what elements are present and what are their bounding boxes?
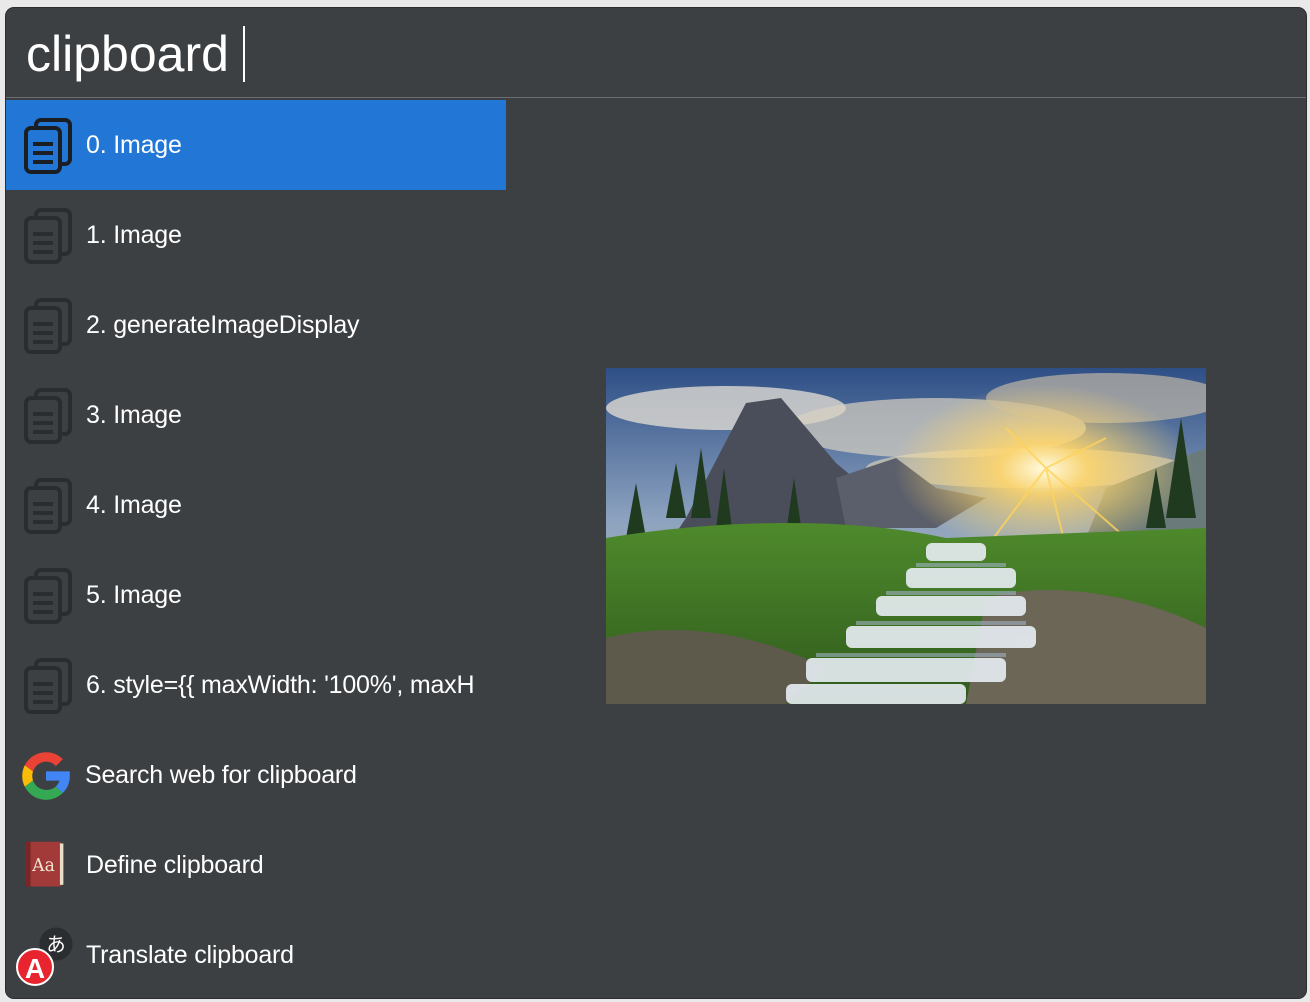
clipboard-doc-icon — [24, 658, 72, 714]
result-label: 0. Image — [86, 131, 182, 159]
result-label: 1. Image — [86, 221, 182, 249]
launcher-window: clipboard ‹ 0. Image — [6, 8, 1306, 998]
search-bar[interactable]: clipboard — [6, 8, 1306, 98]
result-item-search-web[interactable]: Search web for clipboard — [6, 730, 506, 820]
svg-text:Aa: Aa — [31, 856, 55, 876]
app-badge-icon: A — [16, 948, 54, 986]
clipboard-doc-icon — [24, 118, 72, 174]
search-query: clipboard — [26, 26, 229, 82]
result-label: 2. generateImageDisplay — [86, 311, 360, 339]
clipboard-doc-icon — [24, 208, 72, 264]
result-label: 4. Image — [86, 491, 182, 519]
clipboard-doc-icon — [24, 298, 72, 354]
search-input[interactable]: clipboard — [26, 26, 245, 82]
result-item-3[interactable]: 3. Image — [6, 370, 506, 460]
results-list: 0. Image 1. Image 2. generateImageDispla… — [6, 100, 506, 998]
landscape-photo — [606, 368, 1206, 704]
result-item-1[interactable]: 1. Image — [6, 190, 506, 280]
result-label: Translate clipboard — [86, 941, 294, 969]
clipboard-doc-icon — [24, 478, 72, 534]
result-label: 6. style={{ maxWidth: '100%', maxH — [86, 671, 475, 699]
result-item-0[interactable]: 0. Image — [6, 100, 506, 190]
text-caret — [242, 26, 245, 82]
dictionary-icon: Aa — [25, 841, 64, 887]
clipboard-doc-icon — [24, 568, 72, 624]
clipboard-doc-icon — [24, 388, 72, 444]
result-item-5[interactable]: 5. Image — [6, 550, 506, 640]
result-item-2[interactable]: 2. generateImageDisplay — [6, 280, 506, 370]
result-item-translate[interactable]: あ Translate clipboard — [6, 910, 506, 998]
result-label: 3. Image — [86, 401, 182, 429]
result-item-define[interactable]: Aa Define clipboard — [6, 820, 506, 910]
preview-image — [606, 368, 1206, 704]
result-item-4[interactable]: 4. Image — [6, 460, 506, 550]
google-icon — [22, 752, 70, 800]
svg-text:あ: あ — [46, 933, 65, 956]
result-label: Search web for clipboard — [85, 761, 357, 789]
result-label: Define clipboard — [86, 851, 264, 879]
result-item-6[interactable]: 6. style={{ maxWidth: '100%', maxH — [6, 640, 506, 730]
result-label: 5. Image — [86, 581, 182, 609]
